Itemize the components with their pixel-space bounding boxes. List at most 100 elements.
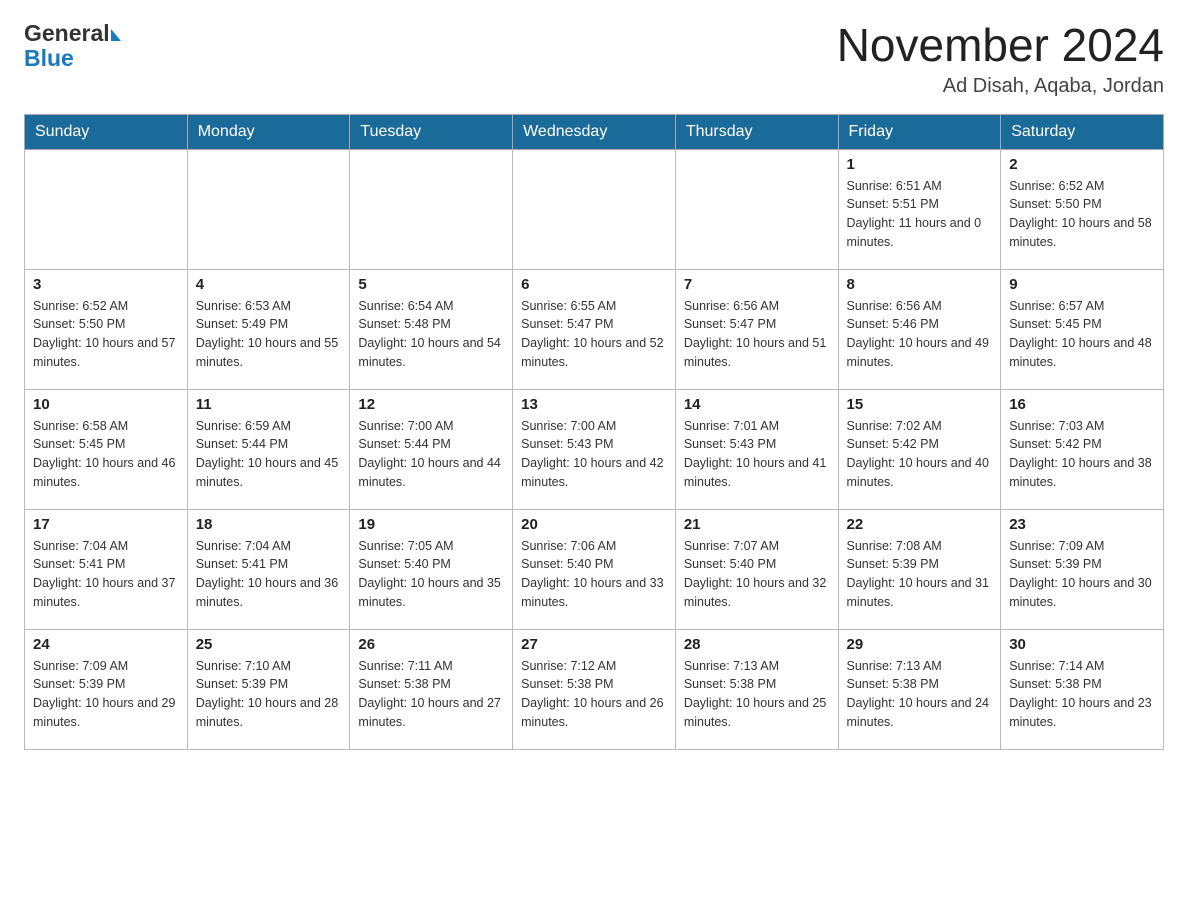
day-info: Sunrise: 6:54 AMSunset: 5:48 PMDaylight:…	[358, 297, 504, 372]
day-info: Sunrise: 6:56 AMSunset: 5:46 PMDaylight:…	[847, 297, 993, 372]
day-info: Sunrise: 7:09 AMSunset: 5:39 PMDaylight:…	[33, 657, 179, 732]
day-info: Sunrise: 7:09 AMSunset: 5:39 PMDaylight:…	[1009, 537, 1155, 612]
week-row-4: 17Sunrise: 7:04 AMSunset: 5:41 PMDayligh…	[25, 509, 1164, 629]
day-number: 22	[847, 516, 993, 533]
calendar-cell	[187, 149, 350, 269]
day-info: Sunrise: 7:07 AMSunset: 5:40 PMDaylight:…	[684, 537, 830, 612]
day-number: 13	[521, 396, 667, 413]
day-info: Sunrise: 6:57 AMSunset: 5:45 PMDaylight:…	[1009, 297, 1155, 372]
calendar-cell: 6 Sunrise: 6:55 AMSunset: 5:47 PMDaylight…	[513, 269, 676, 389]
day-number: 21	[684, 516, 830, 533]
day-info: Sunrise: 7:00 AMSunset: 5:44 PMDaylight:…	[358, 417, 504, 492]
day-info: Sunrise: 7:06 AMSunset: 5:40 PMDaylight:…	[521, 537, 667, 612]
calendar-cell: 5 Sunrise: 6:54 AMSunset: 5:48 PMDaylight…	[350, 269, 513, 389]
logo-blue-text: Blue	[24, 45, 74, 72]
day-number: 24	[33, 636, 179, 653]
day-number: 23	[1009, 516, 1155, 533]
calendar-cell: 13 Sunrise: 7:00 AMSunset: 5:43 PMDayligh…	[513, 389, 676, 509]
day-info: Sunrise: 7:14 AMSunset: 5:38 PMDaylight:…	[1009, 657, 1155, 732]
day-number: 4	[196, 276, 342, 293]
calendar-header: SundayMondayTuesdayWednesdayThursdayFrid…	[25, 114, 1164, 149]
day-number: 1	[847, 156, 993, 173]
day-info: Sunrise: 7:13 AMSunset: 5:38 PMDaylight:…	[847, 657, 993, 732]
calendar-cell: 28Sunrise: 7:13 AMSunset: 5:38 PMDayligh…	[675, 629, 838, 749]
day-number: 6	[521, 276, 667, 293]
day-info: Sunrise: 6:51 AMSunset: 5:51 PMDaylight:…	[847, 177, 993, 252]
week-row-5: 24 Sunrise: 7:09 AMSunset: 5:39 PMDayligh…	[25, 629, 1164, 749]
header: General Blue November 2024 Ad Disah, Aqa…	[24, 20, 1164, 98]
day-of-week-thursday: Thursday	[675, 114, 838, 149]
day-of-week-wednesday: Wednesday	[513, 114, 676, 149]
day-info: Sunrise: 7:00 AMSunset: 5:43 PMDaylight:…	[521, 417, 667, 492]
day-info: Sunrise: 7:04 AMSunset: 5:41 PMDaylight:…	[196, 537, 342, 612]
calendar-cell: 24 Sunrise: 7:09 AMSunset: 5:39 PMDayligh…	[25, 629, 188, 749]
day-info: Sunrise: 7:08 AMSunset: 5:39 PMDaylight:…	[847, 537, 993, 612]
day-info: Sunrise: 6:59 AMSunset: 5:44 PMDaylight:…	[196, 417, 342, 492]
calendar-cell: 16 Sunrise: 7:03 AMSunset: 5:42 PMDayligh…	[1001, 389, 1164, 509]
title-block: November 2024 Ad Disah, Aqaba, Jordan	[837, 20, 1164, 98]
day-number: 7	[684, 276, 830, 293]
day-number: 15	[847, 396, 993, 413]
day-info: Sunrise: 7:11 AMSunset: 5:38 PMDaylight:…	[358, 657, 504, 732]
location: Ad Disah, Aqaba, Jordan	[837, 75, 1164, 98]
day-number: 16	[1009, 396, 1155, 413]
calendar-cell: 27 Sunrise: 7:12 AMSunset: 5:38 PMDayligh…	[513, 629, 676, 749]
day-number: 14	[684, 396, 830, 413]
day-info: Sunrise: 7:02 AMSunset: 5:42 PMDaylight:…	[847, 417, 993, 492]
calendar-cell: 25 Sunrise: 7:10 AMSunset: 5:39 PMDayligh…	[187, 629, 350, 749]
day-number: 2	[1009, 156, 1155, 173]
logo-general-text: General	[24, 20, 110, 47]
logo: General Blue	[24, 20, 121, 72]
calendar-cell: 2Sunrise: 6:52 AMSunset: 5:50 PMDaylight…	[1001, 149, 1164, 269]
calendar-cell: 14Sunrise: 7:01 AMSunset: 5:43 PMDayligh…	[675, 389, 838, 509]
day-number: 29	[847, 636, 993, 653]
calendar-cell: 17Sunrise: 7:04 AMSunset: 5:41 PMDayligh…	[25, 509, 188, 629]
calendar-body: 1 Sunrise: 6:51 AMSunset: 5:51 PMDaylight…	[25, 149, 1164, 749]
day-number: 18	[196, 516, 342, 533]
calendar-cell: 9Sunrise: 6:57 AMSunset: 5:45 PMDaylight…	[1001, 269, 1164, 389]
day-number: 25	[196, 636, 342, 653]
calendar-cell	[25, 149, 188, 269]
day-number: 3	[33, 276, 179, 293]
week-row-2: 3 Sunrise: 6:52 AMSunset: 5:50 PMDaylight…	[25, 269, 1164, 389]
day-info: Sunrise: 7:12 AMSunset: 5:38 PMDaylight:…	[521, 657, 667, 732]
day-of-week-sunday: Sunday	[25, 114, 188, 149]
calendar-cell: 23 Sunrise: 7:09 AMSunset: 5:39 PMDayligh…	[1001, 509, 1164, 629]
day-of-week-tuesday: Tuesday	[350, 114, 513, 149]
day-info: Sunrise: 7:04 AMSunset: 5:41 PMDaylight:…	[33, 537, 179, 612]
calendar-cell: 8 Sunrise: 6:56 AMSunset: 5:46 PMDaylight…	[838, 269, 1001, 389]
day-of-week-monday: Monday	[187, 114, 350, 149]
day-info: Sunrise: 6:56 AMSunset: 5:47 PMDaylight:…	[684, 297, 830, 372]
day-number: 10	[33, 396, 179, 413]
calendar-cell	[675, 149, 838, 269]
calendar-cell: 30Sunrise: 7:14 AMSunset: 5:38 PMDayligh…	[1001, 629, 1164, 749]
month-title: November 2024	[837, 20, 1164, 71]
week-row-3: 10 Sunrise: 6:58 AMSunset: 5:45 PMDayligh…	[25, 389, 1164, 509]
calendar-cell: 4 Sunrise: 6:53 AMSunset: 5:49 PMDaylight…	[187, 269, 350, 389]
day-number: 8	[847, 276, 993, 293]
calendar-cell: 1 Sunrise: 6:51 AMSunset: 5:51 PMDaylight…	[838, 149, 1001, 269]
calendar-cell: 18 Sunrise: 7:04 AMSunset: 5:41 PMDayligh…	[187, 509, 350, 629]
day-info: Sunrise: 6:52 AMSunset: 5:50 PMDaylight:…	[33, 297, 179, 372]
day-number: 27	[521, 636, 667, 653]
day-info: Sunrise: 7:10 AMSunset: 5:39 PMDaylight:…	[196, 657, 342, 732]
day-info: Sunrise: 6:58 AMSunset: 5:45 PMDaylight:…	[33, 417, 179, 492]
day-info: Sunrise: 7:03 AMSunset: 5:42 PMDaylight:…	[1009, 417, 1155, 492]
day-number: 26	[358, 636, 504, 653]
calendar-cell: 26 Sunrise: 7:11 AMSunset: 5:38 PMDayligh…	[350, 629, 513, 749]
day-info: Sunrise: 6:55 AMSunset: 5:47 PMDaylight:…	[521, 297, 667, 372]
calendar-cell: 21 Sunrise: 7:07 AMSunset: 5:40 PMDayligh…	[675, 509, 838, 629]
page: General Blue November 2024 Ad Disah, Aqa…	[0, 0, 1188, 774]
day-number: 5	[358, 276, 504, 293]
calendar-cell: 15 Sunrise: 7:02 AMSunset: 5:42 PMDayligh…	[838, 389, 1001, 509]
day-of-week-friday: Friday	[838, 114, 1001, 149]
calendar-cell: 7 Sunrise: 6:56 AMSunset: 5:47 PMDaylight…	[675, 269, 838, 389]
day-number: 12	[358, 396, 504, 413]
day-info: Sunrise: 6:53 AMSunset: 5:49 PMDaylight:…	[196, 297, 342, 372]
calendar-cell	[350, 149, 513, 269]
calendar-table: SundayMondayTuesdayWednesdayThursdayFrid…	[24, 114, 1164, 750]
day-number: 11	[196, 396, 342, 413]
day-number: 19	[358, 516, 504, 533]
calendar-cell: 10 Sunrise: 6:58 AMSunset: 5:45 PMDayligh…	[25, 389, 188, 509]
day-info: Sunrise: 7:05 AMSunset: 5:40 PMDaylight:…	[358, 537, 504, 612]
